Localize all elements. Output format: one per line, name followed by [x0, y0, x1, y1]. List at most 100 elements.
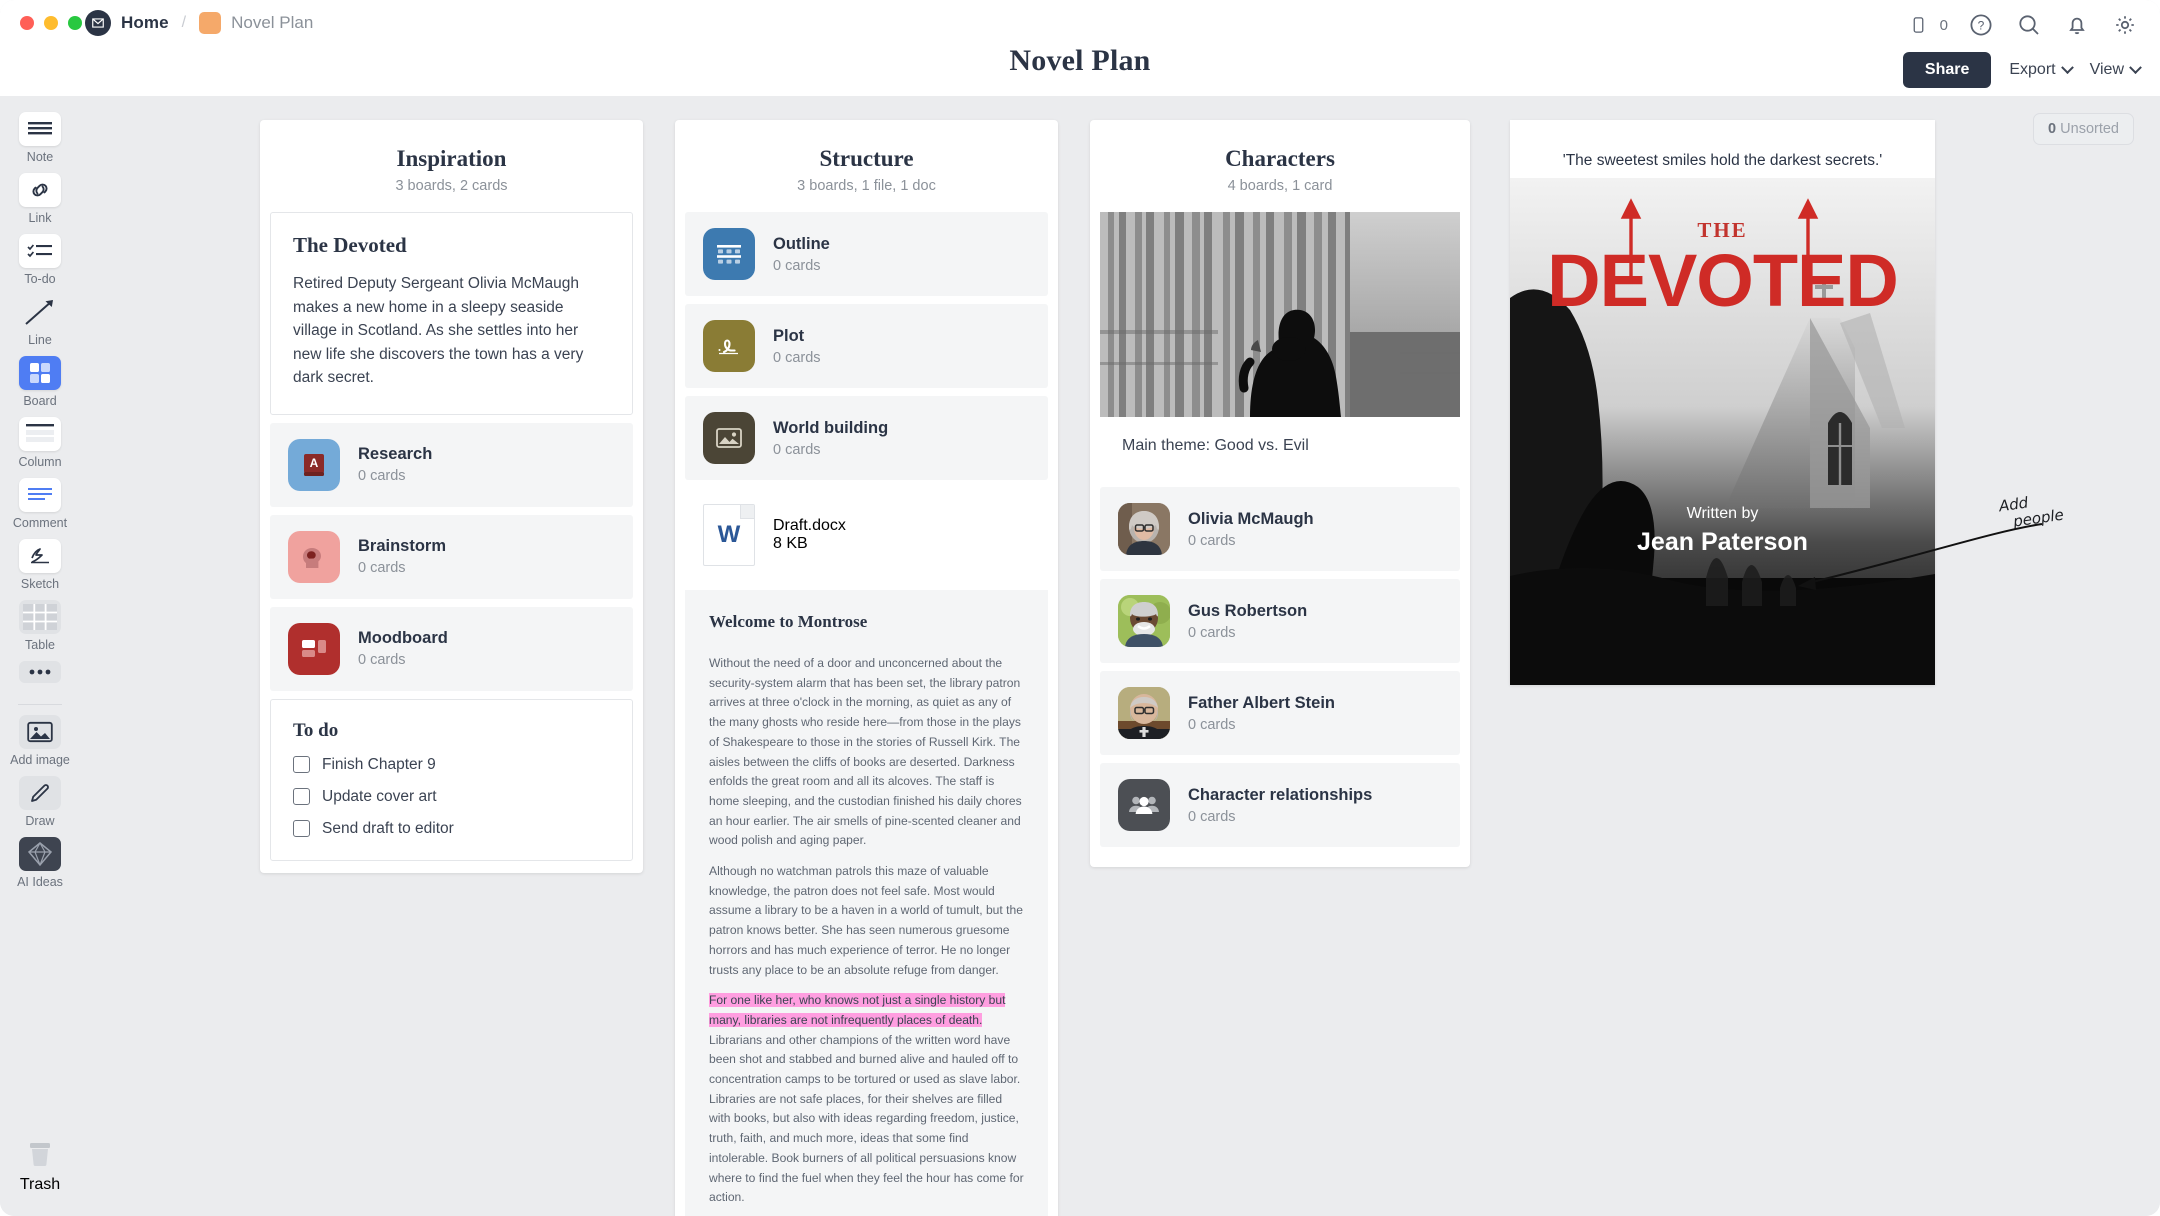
highlighted-text: For one like her, who knows not just a s…: [709, 993, 1006, 1027]
people-icon: [1118, 779, 1170, 831]
board-item-name: Moodboard: [358, 629, 448, 648]
help-icon[interactable]: ?: [1966, 10, 1996, 40]
export-button[interactable]: Export: [2009, 60, 2074, 79]
tool-note[interactable]: Note: [0, 112, 80, 164]
todo-label: Send draft to editor: [322, 819, 454, 837]
view-button[interactable]: View: [2089, 60, 2142, 79]
comment-icon: [19, 478, 61, 512]
tool-sketch[interactable]: Sketch: [0, 539, 80, 591]
view-label: View: [2089, 61, 2124, 78]
tool-label: Note: [26, 150, 54, 164]
top-action-group: Share Export View: [1902, 52, 2142, 88]
brain-head-icon: [288, 530, 340, 583]
board-item-world-building[interactable]: World building 0 cards: [685, 396, 1048, 480]
checkbox[interactable]: [293, 756, 310, 774]
tool-label: Line: [28, 333, 52, 347]
link-icon: [19, 173, 61, 207]
breadcrumb-home[interactable]: Home: [121, 13, 169, 33]
tool-label: Column: [18, 455, 62, 469]
bell-icon[interactable]: [2062, 10, 2092, 40]
file-item-name: Draft.docx: [773, 517, 846, 534]
board-item-brainstorm[interactable]: Brainstorm 0 cards: [270, 514, 633, 599]
cover-red-arrows: [1620, 198, 1819, 283]
todo-item[interactable]: Update cover art: [293, 788, 610, 806]
board-item-sub: 0 cards: [1188, 532, 1236, 549]
column-body: Outline 0 cards Plot 0 cards World build…: [675, 212, 1058, 1216]
board-item-research[interactable]: A Research 0 cards: [270, 422, 633, 507]
column-inspiration[interactable]: Inspiration 3 boards, 2 cards The Devote…: [260, 120, 643, 873]
doc-preview-card[interactable]: Welcome to Montrose Without the need of …: [685, 590, 1048, 1216]
breadcrumb-separator: /: [181, 14, 187, 31]
image-card-main-theme[interactable]: Main theme: Good vs. Evil: [1100, 212, 1460, 479]
close-window-button[interactable]: [20, 16, 34, 30]
board-item-meta: Moodboard 0 cards: [358, 629, 448, 668]
share-button[interactable]: Share: [1902, 52, 1992, 88]
tool-link[interactable]: Link: [0, 173, 80, 225]
column-characters[interactable]: Characters 4 boards, 1 card Main theme: …: [1090, 120, 1470, 867]
breadcrumb: Home / Novel Plan: [85, 10, 313, 36]
unsorted-count: 0: [2048, 121, 2057, 137]
board-item-olivia-mcmaugh[interactable]: Olivia McMaugh 0 cards: [1100, 487, 1460, 571]
tool-label: Sketch: [20, 577, 60, 591]
device-icon[interactable]: [1904, 10, 1934, 40]
board-item-sub: 0 cards: [773, 349, 821, 366]
page-title: Novel Plan: [1009, 44, 1151, 77]
tool-board[interactable]: Board: [0, 356, 80, 408]
image-icon: [19, 715, 61, 749]
tool-label: Board: [23, 394, 57, 408]
column-structure[interactable]: Structure 3 boards, 1 file, 1 doc Outlin…: [675, 120, 1058, 1216]
gear-icon[interactable]: [2110, 10, 2140, 40]
ai-diamond-icon: [19, 837, 61, 871]
word-doc-icon: W: [703, 504, 755, 566]
tool-todo[interactable]: To-do: [0, 234, 80, 286]
board-item-sub: 0 cards: [773, 257, 821, 274]
todo-heading: To do: [293, 719, 339, 741]
tool-column[interactable]: Column: [0, 417, 80, 469]
tool-add-image[interactable]: Add image: [0, 715, 80, 767]
board-canvas[interactable]: 0 Unsorted Inspiration 3 boards, 2 cards…: [80, 96, 2160, 1216]
minimize-window-button[interactable]: [44, 16, 58, 30]
table-icon: [19, 600, 61, 634]
breadcrumb-current[interactable]: Novel Plan: [231, 13, 313, 33]
board-item-father-albert-stein[interactable]: Father Albert Stein 0 cards: [1100, 671, 1460, 755]
window-controls[interactable]: [20, 16, 82, 30]
board-item-gus-robertson[interactable]: Gus Robertson 0 cards: [1100, 579, 1460, 663]
toolbar-divider: [18, 704, 62, 705]
outline-icon: [703, 228, 755, 280]
todo-icon: [19, 234, 61, 268]
unsorted-badge[interactable]: 0 Unsorted: [2033, 113, 2134, 145]
svg-text:?: ?: [1978, 19, 1985, 33]
board-item-outline[interactable]: Outline 0 cards: [685, 212, 1048, 296]
search-icon[interactable]: [2014, 10, 2044, 40]
board-item-name: Plot: [773, 326, 805, 345]
svg-text:A: A: [310, 456, 319, 470]
tool-more[interactable]: [0, 661, 80, 683]
doc-paragraph: Without the need of a door and unconcern…: [709, 656, 1022, 848]
todo-item[interactable]: Send draft to editor: [293, 820, 610, 838]
top-bar: Home / Novel Plan Novel Plan 0 ? Share E…: [0, 0, 2160, 96]
tool-line[interactable]: Line: [0, 295, 80, 347]
app-window: Home / Novel Plan Novel Plan 0 ? Share E…: [0, 0, 2160, 1216]
todo-card[interactable]: To do Finish Chapter 9 Update cover art …: [270, 698, 633, 861]
checkbox[interactable]: [293, 820, 310, 838]
file-item-draft-docx[interactable]: W Draft.docx 8 KB: [685, 488, 1048, 582]
export-label: Export: [2009, 61, 2056, 78]
board-item-meta: Father Albert Stein 0 cards: [1188, 694, 1335, 733]
tool-ai-ideas[interactable]: AI Ideas: [0, 837, 80, 889]
maximize-window-button[interactable]: [68, 16, 82, 30]
board-item-moodboard[interactable]: Moodboard 0 cards: [270, 606, 633, 691]
todo-item[interactable]: Finish Chapter 9: [293, 756, 610, 774]
board-item-name: Research: [358, 445, 433, 464]
board-item-sub: 0 cards: [773, 441, 821, 458]
tool-comment[interactable]: Comment: [0, 478, 80, 530]
app-logo-icon[interactable]: [85, 10, 111, 36]
tool-draw[interactable]: Draw: [0, 776, 80, 828]
note-card[interactable]: The Devoted Retired Deputy Sergeant Oliv…: [270, 212, 633, 415]
top-icon-group: 0 ?: [1904, 10, 2140, 40]
tool-table[interactable]: Table: [0, 600, 80, 652]
board-item-character-relationships[interactable]: Character relationships 0 cards: [1100, 763, 1460, 847]
column-body: Main theme: Good vs. Evil Olivia McMaugh…: [1090, 212, 1470, 867]
tool-trash[interactable]: Trash: [0, 1137, 80, 1194]
checkbox[interactable]: [293, 788, 310, 806]
board-item-plot[interactable]: Plot 0 cards: [685, 304, 1048, 388]
